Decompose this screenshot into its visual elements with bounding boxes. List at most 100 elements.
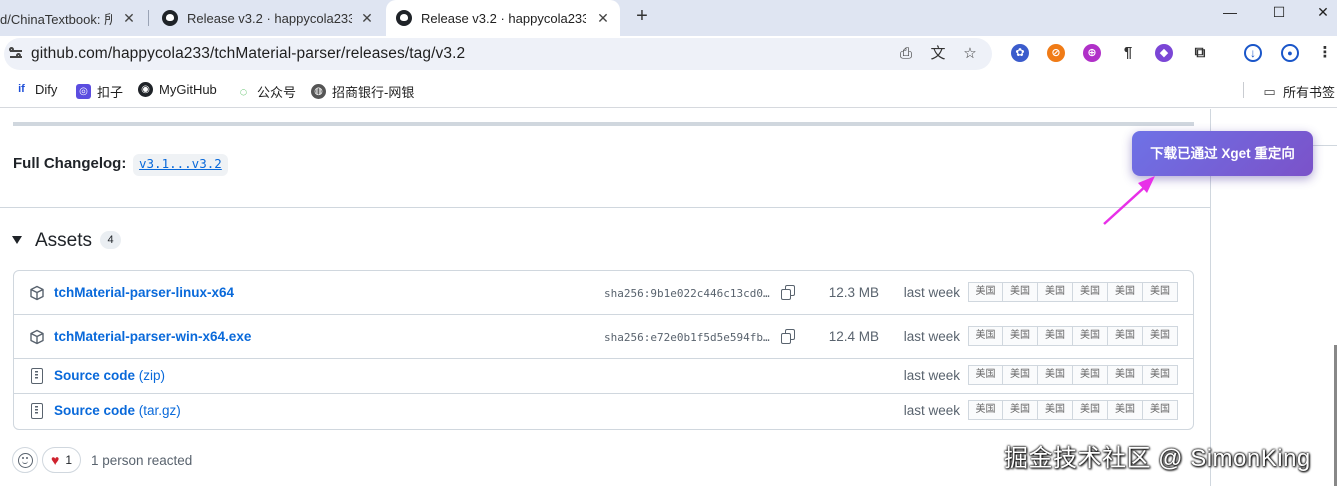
bookmark-coze[interactable]: ◎ 扣子 [76,82,123,101]
full-changelog-link[interactable]: v3.1...v3.2 [133,154,228,176]
reactions-bar: ♥ 1 1 person reacted [12,447,192,473]
asset-link[interactable]: Source code (tar.gz) [54,403,181,418]
asset-row: tchMaterial-parser-win-x64.exe sha256:e7… [14,315,1193,359]
extension-icon[interactable]: ✿ [1011,44,1029,62]
extension-icon[interactable]: ⊘ [1047,44,1065,62]
mirror-button[interactable]: 美国 [1108,365,1143,385]
url-text[interactable]: github.com/happycola233/tchMaterial-pars… [31,45,465,63]
maximize-icon[interactable]: ☐ [1256,0,1302,28]
asset-row: Source code (zip) last week 美国 美国 美国 美国 … [14,359,1193,394]
tab-close-icon[interactable]: ✕ [358,9,376,27]
mirror-button[interactable]: 美国 [1038,400,1073,420]
mirror-button[interactable]: 美国 [1073,282,1108,302]
mirror-button[interactable]: 美国 [1003,282,1038,302]
mirror-button[interactable]: 美国 [968,282,1003,302]
mirror-buttons: 美国 美国 美国 美国 美国 美国 [968,282,1178,302]
bookmark-cmb[interactable]: ◍ 招商银行-网银 [311,82,414,101]
asset-link[interactable]: Source code (zip) [54,368,165,383]
minimize-icon[interactable]: — [1207,0,1253,28]
mirror-button[interactable]: 美国 [1003,400,1038,420]
asset-row: tchMaterial-parser-linux-x64 sha256:9b1e… [14,271,1193,315]
mirror-button[interactable]: 美国 [1003,365,1038,385]
copy-icon[interactable] [781,329,796,344]
asset-link[interactable]: tchMaterial-parser-win-x64.exe [54,329,251,344]
omnibox[interactable]: github.com/happycola233/tchMaterial-pars… [4,38,992,70]
download-icon[interactable]: ↓ [1244,44,1262,62]
mirror-buttons: 美国 美国 美国 美国 美国 美国 [968,400,1178,420]
tab-close-icon[interactable]: ✕ [594,9,612,27]
github-icon [396,10,412,26]
extension-icon[interactable]: ◆ [1155,44,1173,62]
paragraph-icon[interactable]: ¶ [1119,44,1137,62]
collapse-triangle-icon[interactable] [12,236,22,244]
asset-date: last week [903,403,960,418]
mirror-button[interactable]: 美国 [968,400,1003,420]
bookmark-mygithub[interactable]: ◉ MyGitHub [138,82,217,97]
bookmark-star-icon[interactable]: ☆ [961,45,979,63]
bookmark-label: MyGitHub [159,82,217,97]
copy-icon[interactable] [781,285,796,300]
bookmark-label: 公众号 [257,85,297,100]
mirror-button[interactable]: 美国 [1073,326,1108,346]
bookmark-dify[interactable]: if Dify [14,82,57,97]
dify-icon: if [14,82,29,97]
bookmarks-bar: if Dify ◎ 扣子 ◉ MyGitHub ◌ 公众号 ◍ 招商银行-网银 … [0,72,1337,108]
divider [0,207,1211,208]
mirror-button[interactable]: 美国 [1073,400,1108,420]
extensions-puzzle-icon[interactable]: ⧉ [1191,44,1209,62]
bookmark-label: 扣子 [97,85,124,100]
asset-link-name: Source code [54,403,136,418]
all-bookmarks[interactable]: ▭ 所有书签 [1262,82,1335,101]
asset-link[interactable]: tchMaterial-parser-linux-x64 [54,285,234,300]
wechat-icon: ◌ [236,84,251,99]
close-window-icon[interactable]: ✕ [1300,0,1337,28]
bookmarks-divider [1243,82,1244,98]
release-main: Full Changelog: v3.1...v3.2 Assets 4 tch… [0,109,1211,486]
mirror-button[interactable]: 美国 [1143,282,1178,302]
asset-link-suffix: (zip) [135,368,166,383]
heart-reaction-button[interactable]: ♥ 1 [42,447,81,473]
mirror-button[interactable]: 美国 [1143,400,1178,420]
mirror-button[interactable]: 美国 [1143,365,1178,385]
assets-count-badge: 4 [100,231,121,249]
menu-icon[interactable]: ⋮ [1316,44,1334,62]
package-icon [30,285,44,301]
tab-close-icon[interactable]: ✕ [120,9,138,27]
mirror-button[interactable]: 美国 [1108,326,1143,346]
add-reaction-button[interactable] [12,447,38,473]
new-tab-button[interactable]: + [630,4,654,28]
tab-release-active[interactable]: Release v3.2 · happycola233/ ✕ [386,0,620,36]
site-settings-icon[interactable] [9,47,24,61]
smiley-icon [17,452,33,468]
mirror-button[interactable]: 美国 [1108,400,1143,420]
bookmark-wechat[interactable]: ◌ 公众号 [236,82,296,101]
mirror-button[interactable]: 美国 [1108,282,1143,302]
mirror-button[interactable]: 美国 [968,326,1003,346]
translate-icon[interactable]: 文 [929,45,947,63]
tab-title: Release v3.2 · happycola233/ [421,10,586,26]
mirror-button[interactable]: 美国 [1038,365,1073,385]
bookmark-label: Dify [35,82,58,97]
tab-chinatextbook[interactable]: d/ChinaTextbook: 所 ✕ [0,0,146,36]
install-app-icon[interactable]: ⎙ [897,45,915,63]
asset-link-suffix: (tar.gz) [135,403,181,418]
assets-heading[interactable]: Assets [35,230,92,252]
asset-sha: sha256:e72e0b1f5d5e594fb… [604,331,770,344]
mirror-button[interactable]: 美国 [1073,365,1108,385]
asset-link-name: Source code [54,368,136,383]
mirror-button[interactable]: 美国 [1038,326,1073,346]
asset-date: last week [903,285,960,300]
mirror-button[interactable]: 美国 [1143,326,1178,346]
mirror-button[interactable]: 美国 [968,365,1003,385]
bookmark-label: 招商银行-网银 [332,85,415,100]
asset-date: last week [903,329,960,344]
watermark: 掘金技术社区 @ SimonKing [1004,445,1311,472]
full-changelog-label: Full Changelog: [13,155,127,172]
mirror-button[interactable]: 美国 [1038,282,1073,302]
annotation-arrow-icon [1103,176,1155,225]
extension-icon[interactable]: ⊕ [1083,44,1101,62]
profile-icon[interactable]: ● [1281,44,1299,62]
mirror-button[interactable]: 美国 [1003,326,1038,346]
asset-sha: sha256:9b1e022c446c13cd0… [604,287,770,300]
tab-release-1[interactable]: Release v3.2 · happycola233/ ✕ [152,0,384,36]
